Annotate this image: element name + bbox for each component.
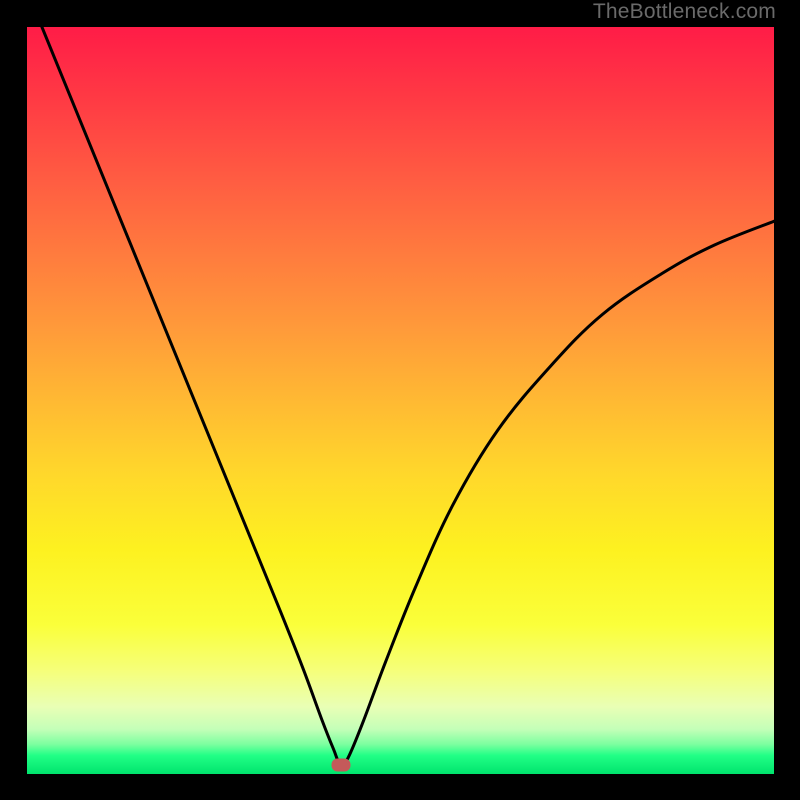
watermark-text: TheBottleneck.com xyxy=(593,0,776,24)
chart-frame: TheBottleneck.com xyxy=(0,0,800,800)
minimum-marker xyxy=(331,759,350,772)
plot-area xyxy=(27,27,774,774)
bottleneck-curve xyxy=(27,27,774,774)
